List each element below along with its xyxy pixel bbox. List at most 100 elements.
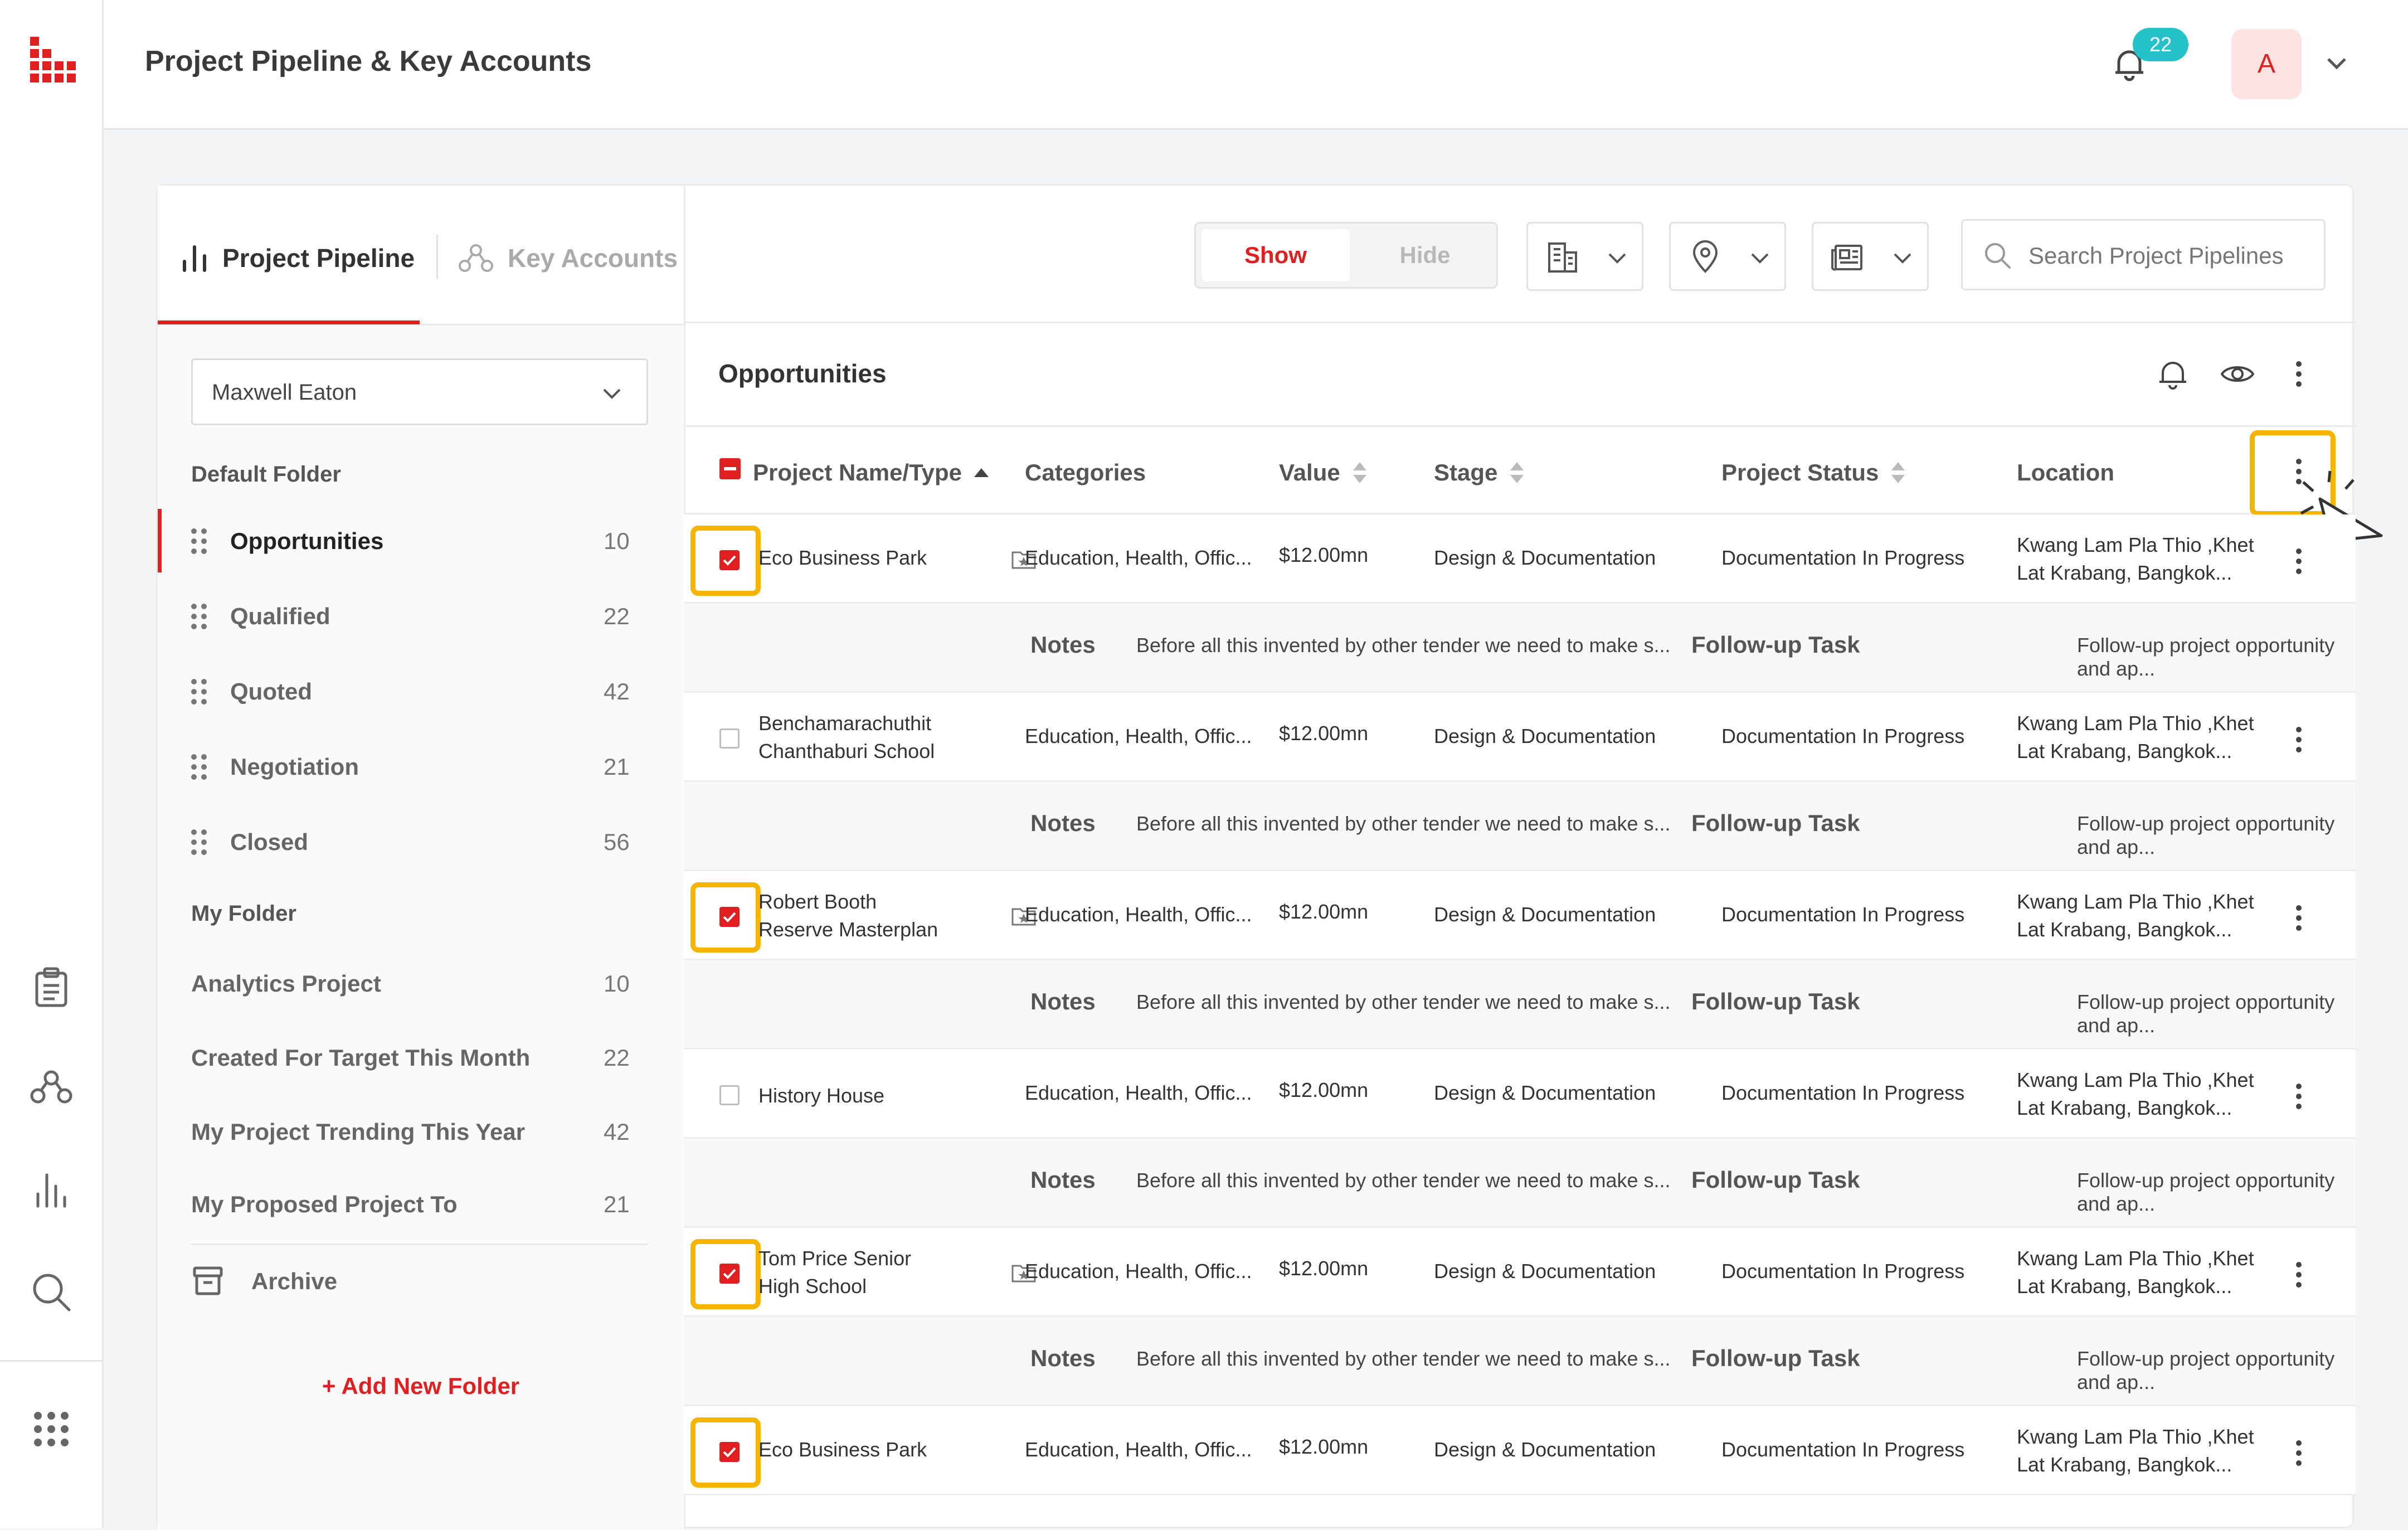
column-header-categories[interactable]: Categories — [1025, 459, 1146, 486]
project-name[interactable]: Eco Business Park — [758, 1436, 927, 1464]
project-name[interactable]: Tom Price Senior High School — [758, 1245, 911, 1300]
folder-item-count: 21 — [604, 1191, 630, 1217]
notes-label: Notes — [1030, 1345, 1096, 1371]
folder-item-opportunities[interactable]: Opportunities 10 — [158, 509, 684, 570]
value: $12.00mn — [1279, 722, 1369, 745]
row-checkbox[interactable] — [719, 1442, 740, 1462]
row-checkbox[interactable] — [719, 728, 740, 749]
search-input[interactable] — [2027, 233, 2314, 279]
value: $12.00mn — [1279, 1435, 1369, 1458]
followup-text: Follow-up project opportunity and ap... — [2077, 1169, 2335, 1215]
drag-handle-icon[interactable] — [189, 828, 209, 857]
owner-select-value: Maxwell Eaton — [212, 380, 357, 405]
table-header: Project Name/Type Categories Value Stage… — [684, 425, 2356, 516]
folder-item-quoted[interactable]: Quoted 42 — [158, 659, 684, 721]
project-name[interactable]: Eco Business Park — [758, 544, 927, 572]
main-card: Project Pipeline Key Accounts Maxwell Ea… — [156, 184, 2383, 1530]
notes-text: Before all this invented by other tender… — [1136, 634, 1671, 657]
tab-key-accounts[interactable]: Key Accounts — [459, 236, 678, 280]
drag-handle-icon[interactable] — [189, 602, 209, 631]
table-row[interactable]: Eco Business Park Education, Health, Off… — [684, 514, 2356, 604]
categories: Education, Health, Offic... — [1025, 1260, 1252, 1283]
drag-handle-icon[interactable] — [189, 752, 209, 781]
location-filter-dropdown[interactable] — [1669, 222, 1786, 291]
network-icon — [459, 242, 493, 274]
notes-text: Before all this invented by other tender… — [1136, 1347, 1671, 1370]
column-header-status[interactable]: Project Status — [1721, 459, 1906, 486]
column-header-stage[interactable]: Stage — [1434, 459, 1525, 486]
add-new-folder-button[interactable]: + Add New Folder — [158, 1373, 684, 1400]
column-header-location[interactable]: Location — [2017, 459, 2114, 486]
row-checkbox[interactable] — [719, 550, 740, 570]
row-checkbox[interactable] — [719, 1264, 740, 1284]
row-checkbox[interactable] — [719, 1085, 740, 1105]
grid-dots-icon[interactable] — [30, 1408, 72, 1450]
more-vertical-icon[interactable] — [2288, 1081, 2310, 1112]
select-all-checkbox[interactable] — [719, 458, 741, 479]
bell-icon[interactable] — [2155, 356, 2191, 392]
avatar[interactable]: A — [2231, 29, 2302, 99]
folder-item-qualified[interactable]: Qualified 22 — [158, 584, 684, 645]
column-label: Stage — [1434, 459, 1498, 485]
app-logo-icon[interactable] — [30, 37, 76, 82]
more-vertical-icon[interactable] — [2288, 546, 2310, 577]
left-rail — [0, 0, 104, 1528]
owner-select[interactable]: Maxwell Eaton — [191, 358, 648, 425]
project-name[interactable]: History House — [758, 1082, 884, 1110]
table-row[interactable]: Eco Business Park Education, Health, Off… — [684, 1406, 2356, 1495]
hide-button[interactable]: Hide — [1355, 229, 1495, 281]
folder-panel: Project Pipeline Key Accounts Maxwell Ea… — [158, 186, 685, 1530]
column-label: Location — [2017, 459, 2114, 485]
search-icon[interactable] — [30, 1271, 72, 1313]
stage: Design & Documentation — [1434, 546, 1656, 569]
more-vertical-icon[interactable] — [2288, 724, 2310, 755]
row-checkbox[interactable] — [719, 907, 740, 927]
search-icon — [1983, 241, 2013, 271]
building-filter-dropdown[interactable] — [1526, 222, 1643, 291]
eye-icon[interactable] — [2220, 356, 2255, 392]
table-row[interactable]: Benchamarachuthit Chanthaburi School Educ… — [684, 693, 2356, 782]
notes-label: Notes — [1030, 632, 1096, 658]
drag-handle-icon[interactable] — [189, 677, 209, 706]
clipboard-icon[interactable] — [30, 966, 72, 1009]
top-bar: Project Pipeline & Key Accounts 22 A — [104, 0, 2408, 130]
network-icon[interactable] — [30, 1067, 72, 1109]
show-button[interactable]: Show — [1201, 229, 1350, 281]
chevron-down-icon — [1749, 247, 1771, 269]
value: $12.00mn — [1279, 1257, 1369, 1280]
more-vertical-icon[interactable] — [2288, 902, 2310, 934]
folder-item-proposed-project[interactable]: My Proposed Project To 21 — [158, 1172, 684, 1233]
column-header-name[interactable]: Project Name/Type — [753, 459, 990, 486]
project-name[interactable]: Robert Booth Reserve Masterplan — [758, 888, 938, 944]
tab-project-pipeline[interactable]: Project Pipeline — [181, 236, 415, 280]
folder-item-label: Quoted — [230, 678, 312, 705]
drag-handle-icon[interactable] — [189, 527, 209, 556]
chevron-down-icon[interactable] — [2324, 50, 2349, 76]
folder-item-analytics-project[interactable]: Analytics Project 10 — [158, 951, 684, 1013]
location-pin-icon — [1687, 239, 1723, 275]
notes-label: Notes — [1030, 810, 1096, 836]
folder-item-label: My Project Trending This Year — [191, 1119, 526, 1145]
project-status: Documentation In Progress — [1721, 725, 1965, 747]
news-filter-dropdown[interactable] — [1812, 222, 1929, 291]
folder-item-count: 56 — [604, 829, 630, 855]
folder-item-count: 42 — [604, 678, 630, 705]
archive-box-icon — [191, 1264, 225, 1297]
folder-item-closed[interactable]: Closed 56 — [158, 810, 684, 871]
table-row[interactable]: Tom Price Senior High School Education, H… — [684, 1228, 2356, 1317]
archive-button[interactable]: Archive — [158, 1247, 684, 1330]
more-vertical-icon[interactable] — [2288, 1437, 2310, 1469]
followup-label: Follow-up Task — [1691, 1345, 1860, 1371]
folder-item-created-for-target[interactable]: Created For Target This Month 22 — [158, 1026, 684, 1087]
more-vertical-icon[interactable] — [2288, 1259, 2310, 1290]
more-vertical-icon[interactable] — [2288, 356, 2310, 392]
table-row[interactable]: History House Education, Health, Offic..… — [684, 1050, 2356, 1139]
column-header-value[interactable]: Value — [1279, 459, 1368, 486]
chart-bars-icon[interactable] — [30, 1168, 72, 1211]
folder-item-negotiation[interactable]: Negotiation 21 — [158, 735, 684, 796]
folder-item-trending-this-year[interactable]: My Project Trending This Year 42 — [158, 1100, 684, 1161]
table-row[interactable]: Robert Booth Reserve Masterplan Education… — [684, 871, 2356, 960]
location: Kwang Lam Pla Thio ,Khet Lat Krabang, Ban… — [2017, 890, 2254, 941]
page-title: Project Pipeline & Key Accounts — [145, 45, 592, 77]
project-name[interactable]: Benchamarachuthit Chanthaburi School — [758, 710, 935, 765]
